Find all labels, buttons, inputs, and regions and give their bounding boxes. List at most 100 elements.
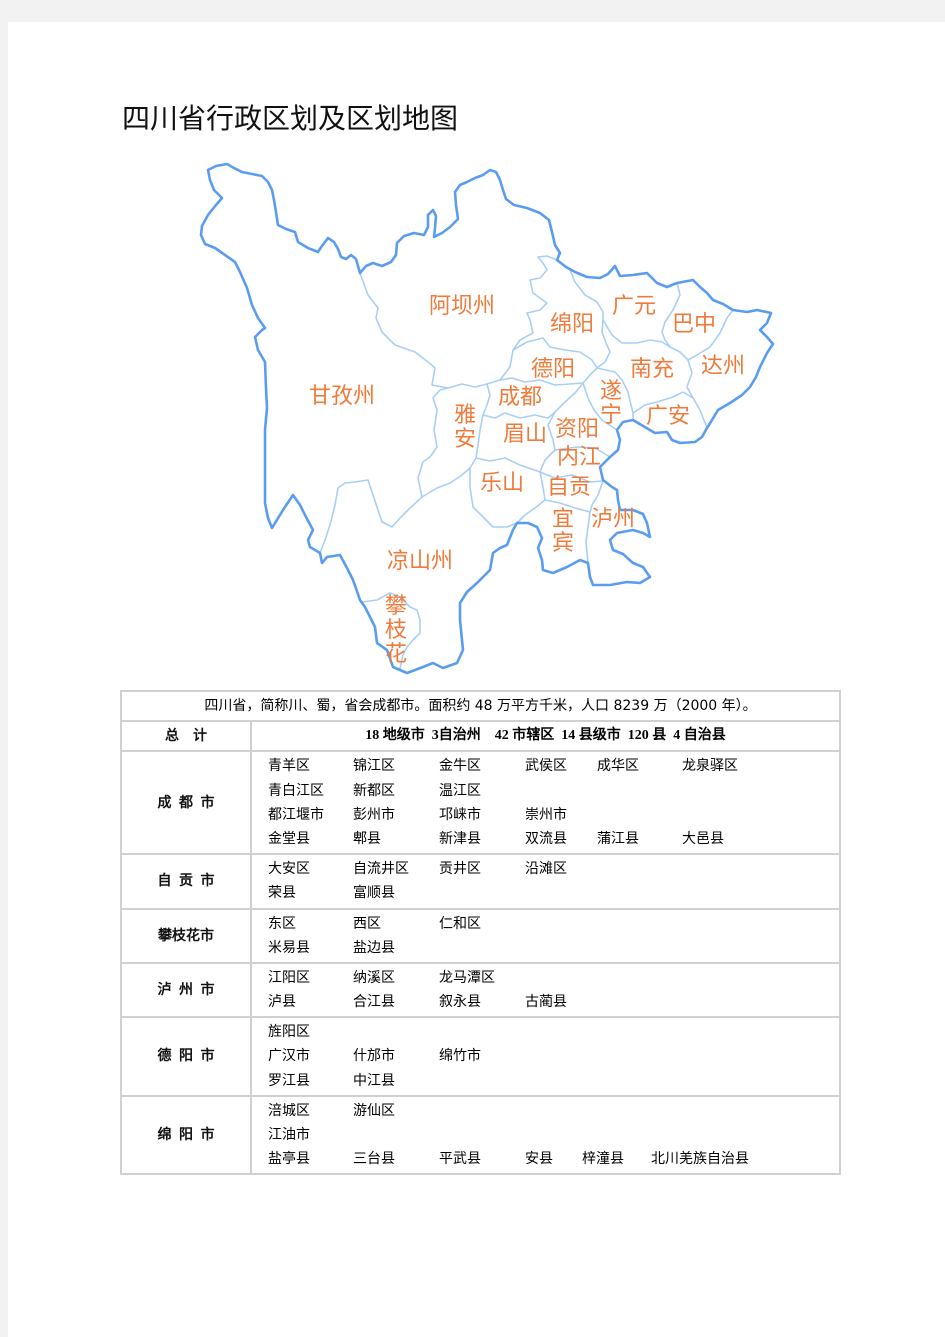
map-label-suining: 遂宁 xyxy=(599,379,622,428)
map-label-liangshan: 凉山州 xyxy=(386,549,454,574)
district-item: 盐亭县 xyxy=(268,1151,310,1168)
district-item: 大邑县 xyxy=(682,830,724,847)
border-ganzi-liangshan xyxy=(319,479,423,554)
border-ganzi-yaan xyxy=(417,387,449,498)
district-line: 广汉市 什邡市 绵竹市 xyxy=(268,1044,839,1068)
district-line: 罗江县 中江县 xyxy=(268,1069,839,1093)
map-label-neijiang: 内江 xyxy=(556,445,602,470)
district-item: 梓潼县 xyxy=(582,1151,624,1168)
district-item: 武侯区 xyxy=(525,758,567,775)
district-item: 江阳区 xyxy=(268,969,310,986)
map-label-mianyang: 绵阳 xyxy=(549,312,595,337)
district-line: 青白江区 新都区 温江区 xyxy=(268,779,839,803)
summary-label: 总计 xyxy=(120,720,252,753)
district-line: 荣县 富顺县 xyxy=(268,881,839,905)
district-item: 自流井区 xyxy=(353,861,409,878)
border-zigong-leshan xyxy=(539,471,546,501)
district-item: 邛崃市 xyxy=(439,806,481,823)
map-label-guangyuan: 广元 xyxy=(611,294,657,319)
district-line: 大安区 自流井区 贡井区 沿滩区 xyxy=(268,857,839,881)
district-item: 西区 xyxy=(353,915,381,932)
map-label-aba: 阿坝州 xyxy=(428,294,496,319)
district-line: 江阳区 纳溪区 龙马潭区 xyxy=(268,966,839,990)
intro-row: 四川省，简称川、蜀，省会成都市。面积约 48 万平方千米，人口 8239 万（2… xyxy=(120,689,841,723)
city-row: 泸州市 江阳区 纳溪区 龙马潭区 泸县 合江县 叙永县 古蔺县 xyxy=(120,961,841,1019)
border-aba-yaan-chengdu xyxy=(447,379,501,389)
sichuan-map xyxy=(199,162,775,675)
border-chengdu-meishan xyxy=(482,411,556,419)
intro-text: 四川省，简称川、蜀，省会成都市。面积约 48 万平方千米，人口 8239 万（2… xyxy=(120,689,841,723)
district-item: 盐边县 xyxy=(353,939,395,956)
district-item: 江油市 xyxy=(268,1127,310,1144)
district-item: 仁和区 xyxy=(439,915,481,932)
district-item: 米易县 xyxy=(268,939,310,956)
border-deyang-suining xyxy=(582,367,598,384)
map-label-guangan: 广安 xyxy=(645,404,691,429)
district-list: 青羊区 锦江区 金牛区 武侯区 成华区 龙泉驿区 青白江区 新都区 温江区 都江堰市 彭州市 邛崃市 崇… xyxy=(250,750,841,856)
district-item: 蒲江县 xyxy=(597,830,639,847)
border-guangan-dazhou xyxy=(692,397,708,429)
map-label-zigong: 自贡 xyxy=(546,475,592,500)
district-item: 泸县 xyxy=(268,994,296,1011)
city-row: 攀枝花市 东区 西区 仁和区米易县 盐边县 xyxy=(120,907,841,964)
district-item: 安县 xyxy=(525,1151,553,1168)
district-item: 绵竹市 xyxy=(439,1048,481,1065)
district-item: 罗江县 xyxy=(268,1072,310,1089)
district-item: 贡井区 xyxy=(439,861,481,878)
map-label-dazhou: 达州 xyxy=(700,354,746,379)
map-label-ziyang: 资阳 xyxy=(554,417,600,442)
border-yaan-liangshan xyxy=(421,457,477,498)
city-name: 攀枝花市 xyxy=(120,907,252,964)
city-name: 绵阳市 xyxy=(120,1094,252,1176)
district-item: 彭州市 xyxy=(353,806,395,823)
district-item: 什邡市 xyxy=(353,1048,395,1065)
district-item: 古蔺县 xyxy=(525,994,567,1011)
map-label-yibin: 宜宾 xyxy=(551,507,574,556)
district-item: 东区 xyxy=(268,915,296,932)
district-list: 东区 西区 仁和区米易县 盐边县 xyxy=(250,907,841,964)
city-name: 德阳市 xyxy=(120,1016,252,1097)
district-item: 北川羌族自治县 xyxy=(651,1151,749,1168)
city-row: 德阳市 旌阳区 广汉市 什邡市 绵竹市 罗江县 中江县 xyxy=(120,1016,841,1097)
map-label-leshan: 乐山 xyxy=(479,471,525,496)
district-item: 大安区 xyxy=(268,861,310,878)
district-list: 旌阳区 广汉市 什邡市 绵竹市 罗江县 中江县 xyxy=(250,1016,841,1097)
district-item: 新都区 xyxy=(353,782,395,799)
border-nanchong-dazhou xyxy=(686,359,694,399)
district-line: 盐亭县 三台县 平武县 安县 梓潼县 北川羌族自治县 xyxy=(268,1147,839,1171)
border-meishan-neijiang xyxy=(539,449,556,473)
map-label-luzhou: 泸州 xyxy=(590,507,636,532)
map-label-deyang: 德阳 xyxy=(530,357,576,382)
district-line: 涪城区 游仙区 xyxy=(268,1099,839,1123)
city-row: 绵阳市 涪城区 游仙区 江油市 盐亭县 三台县 平武县 安县 梓潼县 北川羌族自治县 xyxy=(120,1094,841,1176)
summary-row: 总计 18 地级市 3自治州 42 市辖区 14 县级市 120 县 4 自治县 xyxy=(120,720,841,753)
border-guangyuan-nanchong xyxy=(602,319,671,348)
table-body: 四川省，简称川、蜀，省会成都市。面积约 48 万平方千米，人口 8239 万（2… xyxy=(120,689,841,1176)
district-item: 三台县 xyxy=(353,1151,395,1168)
district-item: 叙永县 xyxy=(439,994,481,1011)
district-item: 纳溪区 xyxy=(353,969,395,986)
map-label-yaan: 雅安 xyxy=(453,403,476,452)
district-item: 游仙区 xyxy=(353,1102,395,1119)
map-label-chengdu: 成都 xyxy=(497,385,543,410)
district-item: 青白江区 xyxy=(268,782,324,799)
map-label-ganzi: 甘孜州 xyxy=(308,384,376,409)
border-yaan-chengdu xyxy=(482,383,491,416)
district-line: 东区 西区 仁和区 xyxy=(268,912,839,936)
district-item: 旌阳区 xyxy=(268,1024,310,1041)
district-item: 金牛区 xyxy=(439,758,481,775)
border-yibin-luzhou xyxy=(585,511,591,564)
border-ganzi-aba xyxy=(359,272,449,389)
district-list: 江阳区 纳溪区 龙马潭区 泸县 合江县 叙永县 古蔺县 xyxy=(250,961,841,1019)
district-item: 沿滩区 xyxy=(525,861,567,878)
district-item: 新津县 xyxy=(439,830,481,847)
district-line: 江油市 xyxy=(268,1123,839,1147)
district-line: 米易县 盐边县 xyxy=(268,936,839,960)
district-item: 合江县 xyxy=(353,994,395,1011)
district-line: 旌阳区 xyxy=(268,1020,839,1044)
district-item: 龙泉驿区 xyxy=(682,758,738,775)
district-line: 金堂县 郫县 新津县 双流县 蒲江县 大邑县 xyxy=(268,827,839,851)
district-item: 温江区 xyxy=(439,782,481,799)
district-list: 大安区 自流井区 贡井区 沿滩区荣县 富顺县 xyxy=(250,853,841,910)
district-line: 泸县 合江县 叙永县 古蔺县 xyxy=(268,990,839,1014)
